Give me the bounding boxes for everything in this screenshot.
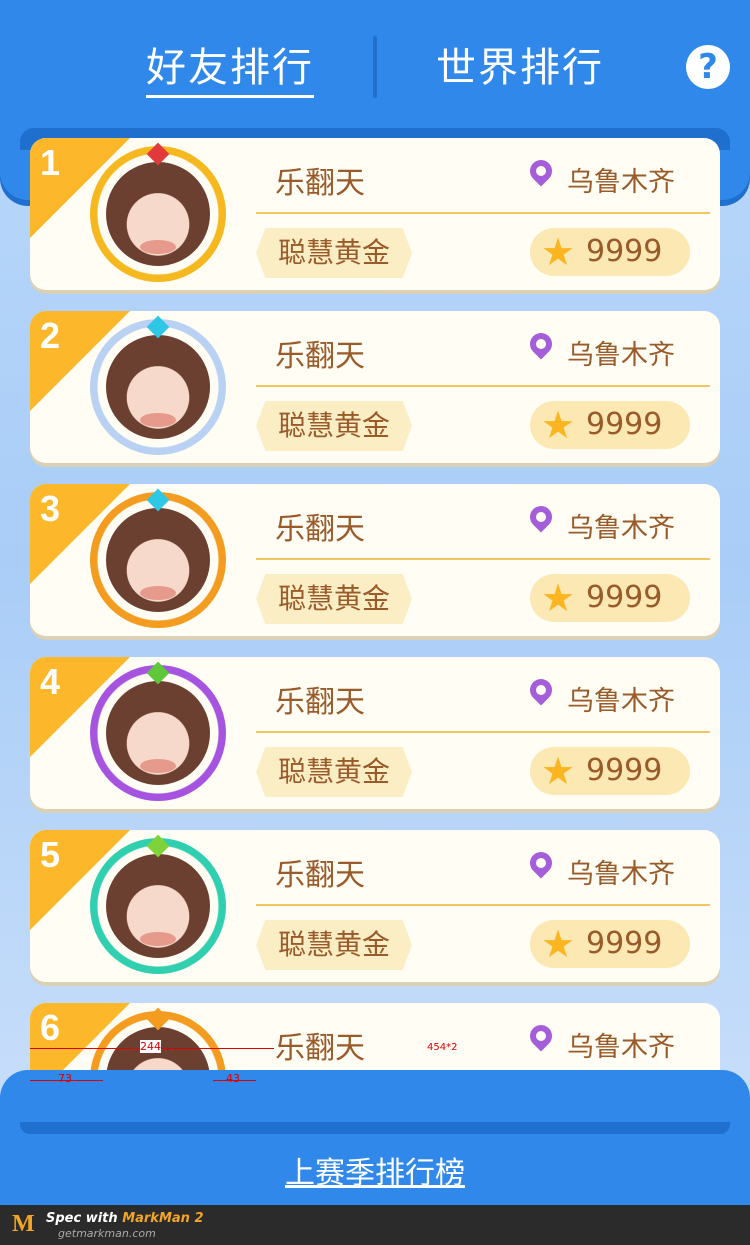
score-pill: ★ 9999: [530, 747, 690, 795]
score-pill: ★ 9999: [530, 920, 690, 968]
tier-badge: 聪慧黄金: [256, 747, 412, 797]
rank-number: 2: [40, 315, 61, 356]
tab-friends-label: 好友排行: [146, 45, 314, 98]
tab-friends-ranking[interactable]: 好友排行: [140, 40, 320, 100]
card-divider: [256, 212, 710, 214]
rank-number: 1: [40, 142, 61, 183]
tier-label: 聪慧黄金: [277, 582, 390, 615]
score-value: 9999: [586, 407, 663, 442]
avatar[interactable]: [106, 162, 210, 266]
score-value: 9999: [586, 234, 663, 269]
card-divider: [256, 385, 710, 387]
location-pin-icon: [525, 1020, 557, 1052]
measure-label-454: 454*2: [427, 1042, 458, 1053]
tier-badge: 聪慧黄金: [256, 920, 412, 970]
markman-footer: M Spec with MarkMan 2 getmarkman.com: [0, 1205, 750, 1245]
ranking-card[interactable]: 1 乐翻天 乌鲁木齐 聪慧黄金 ★ 9999: [30, 138, 720, 290]
score-value: 9999: [586, 580, 663, 615]
avatar-frame: [90, 488, 226, 628]
location-pin-icon: [525, 674, 557, 706]
tier-label: 聪慧黄金: [277, 236, 390, 269]
tier-label: 聪慧黄金: [277, 928, 390, 961]
avatar[interactable]: [106, 854, 210, 958]
rank-number: 4: [40, 661, 61, 702]
score-value: 9999: [586, 753, 663, 788]
avatar-frame: [90, 661, 226, 801]
location-pin-icon: [525, 501, 557, 533]
markman-brand: MarkMan 2: [122, 1211, 204, 1226]
player-name: 乐翻天: [275, 512, 365, 547]
card-divider: [256, 558, 710, 560]
measure-label-43: 43: [226, 1072, 240, 1085]
score-pill: ★ 9999: [530, 228, 690, 276]
rank-number: 6: [40, 1007, 61, 1048]
player-location: 乌鲁木齐: [567, 1032, 675, 1063]
tier-badge: 聪慧黄金: [256, 574, 412, 624]
markman-caption: Spec with MarkMan 2: [46, 1211, 204, 1226]
tier-label: 聪慧黄金: [277, 409, 390, 442]
ranking-card[interactable]: 2 乐翻天 乌鲁木齐 聪慧黄金 ★ 9999: [30, 311, 720, 463]
player-location: 乌鲁木齐: [567, 859, 675, 890]
measure-label-73: 73: [58, 1072, 72, 1085]
ranking-card[interactable]: 3 乐翻天 乌鲁木齐 聪慧黄金 ★ 9999: [30, 484, 720, 636]
location-pin-icon: [525, 847, 557, 879]
markman-prefix: Spec with: [46, 1211, 123, 1226]
star-icon: ★: [540, 576, 576, 620]
score-pill: ★ 9999: [530, 401, 690, 449]
player-name: 乐翻天: [275, 685, 365, 720]
markman-url: getmarkman.com: [58, 1227, 156, 1240]
star-icon: ★: [540, 922, 576, 966]
avatar-frame: [90, 142, 226, 282]
ranking-list[interactable]: 1 乐翻天 乌鲁木齐 聪慧黄金 ★ 9999 2 乐翻天 乌鲁木齐 聪慧黄金 ★…: [0, 130, 750, 1125]
tier-badge: 聪慧黄金: [256, 228, 412, 278]
rank-number: 5: [40, 834, 61, 875]
tier-badge: 聪慧黄金: [256, 401, 412, 451]
ranking-card[interactable]: 4 乐翻天 乌鲁木齐 聪慧黄金 ★ 9999: [30, 657, 720, 809]
help-icon[interactable]: ?: [686, 45, 730, 89]
player-name: 乐翻天: [275, 858, 365, 893]
location-pin-icon: [525, 328, 557, 360]
player-location: 乌鲁木齐: [567, 340, 675, 371]
avatar-frame: [90, 315, 226, 455]
avatar[interactable]: [106, 681, 210, 785]
star-icon: ★: [540, 403, 576, 447]
player-name: 乐翻天: [275, 339, 365, 374]
star-icon: ★: [540, 749, 576, 793]
avatar-frame: [90, 834, 226, 974]
tier-label: 聪慧黄金: [277, 755, 390, 788]
player-location: 乌鲁木齐: [567, 513, 675, 544]
player-location: 乌鲁木齐: [567, 686, 675, 717]
ranking-card[interactable]: 5 乐翻天 乌鲁木齐 聪慧黄金 ★ 9999: [30, 830, 720, 982]
location-pin-icon: [525, 155, 557, 187]
score-pill: ★ 9999: [530, 574, 690, 622]
player-name: 乐翻天: [275, 166, 365, 201]
avatar[interactable]: [106, 335, 210, 439]
markman-logo-icon: M: [12, 1211, 35, 1237]
card-divider: [256, 731, 710, 733]
tab-divider: [373, 36, 377, 98]
tab-world-label: 世界排行: [436, 45, 604, 91]
star-icon: ★: [540, 230, 576, 274]
avatar[interactable]: [106, 508, 210, 612]
score-value: 9999: [586, 926, 663, 961]
tab-world-ranking[interactable]: 世界排行: [425, 40, 615, 100]
player-name: 乐翻天: [275, 1031, 365, 1066]
last-season-ranking-link[interactable]: 上赛季排行榜: [270, 1148, 480, 1192]
rank-number: 3: [40, 488, 61, 529]
measure-label-244: 244: [140, 1040, 161, 1053]
footer-tray-edge: [20, 1122, 730, 1134]
player-location: 乌鲁木齐: [567, 167, 675, 198]
card-divider: [256, 904, 710, 906]
